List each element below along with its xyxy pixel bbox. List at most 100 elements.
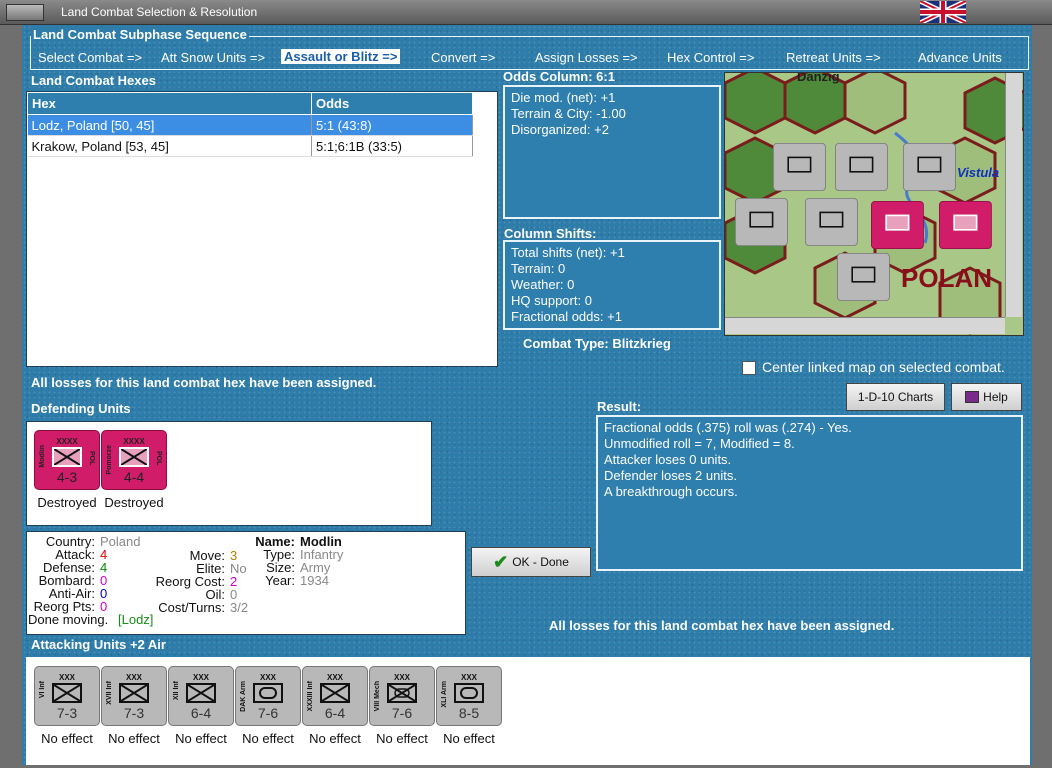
done-button[interactable]: ✔ OK - Done (471, 547, 591, 577)
hexes-list[interactable]: Hex Odds Lodz, Poland [50, 45] 5:1 (43:8… (26, 91, 498, 367)
uk-flag-icon (920, 1, 966, 23)
map-vertical-scrollbar[interactable] (1005, 73, 1022, 317)
odds-cell: 5:1 (43:8) (311, 114, 473, 136)
info-value: 3/2 (230, 600, 249, 615)
combat-panel: Land Combat Subphase Sequence Select Com… (22, 25, 1032, 765)
map-horizontal-scrollbar[interactable] (725, 317, 1005, 334)
map-unit-counter-polish[interactable] (939, 201, 992, 249)
system-menu-button[interactable] (6, 4, 44, 21)
done-button-label: OK - Done (512, 555, 569, 569)
sequence-step: Select Combat => (38, 50, 143, 65)
unit-strength: 6-4 (190, 705, 212, 721)
unit-name: VI Inf (39, 681, 46, 699)
infantry-symbol-icon (52, 447, 82, 467)
map-unit-counter[interactable] (805, 198, 858, 246)
map-label-danzig: Danzig (797, 72, 840, 84)
map-unit-counter-polish[interactable] (871, 201, 924, 249)
shifts-box: Total shifts (net): +1 Terrain: 0 Weathe… (503, 240, 721, 330)
odds-title: Odds Column: 6:1 (503, 69, 615, 84)
unit-name: Modlin (39, 445, 46, 468)
help-button-label: Help (983, 390, 1008, 404)
hex-cell: Lodz, Poland [50, 45] (27, 114, 312, 136)
unit-name: XLI Arm (441, 681, 448, 708)
map-unit-counter[interactable] (835, 143, 888, 191)
unit-strength: 7-3 (56, 705, 78, 721)
book-icon (965, 391, 980, 403)
unit-nation: POL (155, 451, 162, 466)
shift-line: Total shifts (net): +1 (511, 245, 625, 260)
unit-strength: 7-6 (257, 705, 279, 721)
result-line: A breakthrough occurs. (604, 484, 738, 499)
defenders-title: Defending Units (31, 401, 131, 416)
map-unit-counter[interactable] (735, 198, 788, 246)
defending-unit-counter[interactable]: XXXX Pomorze 4-4 POL (101, 430, 167, 490)
armor-symbol-icon (454, 683, 484, 703)
title-bar: Land Combat Selection & Resolution (0, 0, 1052, 25)
sequence-step: Hex Control => (667, 50, 755, 65)
unit-name: XVII Inf (106, 681, 113, 705)
done-moving-label: Done moving. (28, 612, 109, 627)
linked-map[interactable]: Danzig Vistula POLAN (724, 72, 1024, 336)
hex-column-header[interactable]: Hex (27, 92, 312, 115)
odds-column-header[interactable]: Odds (311, 92, 473, 115)
attacking-unit-counter[interactable]: XXX XII Inf 6-4 (168, 666, 234, 726)
hex-cell: Krakow, Poland [53, 45] (27, 135, 312, 157)
attacking-unit-counter[interactable]: XXX XLI Arm 8-5 (436, 666, 502, 726)
center-map-checkbox[interactable] (742, 361, 756, 375)
result-line: Unmodified roll = 7, Modified = 8. (604, 436, 795, 451)
shifts-title: Column Shifts: (504, 226, 597, 241)
sequence-steps: Select Combat => Att Snow Units => Assault… (29, 49, 1029, 66)
attacking-unit-counter[interactable]: XXX XXXIII Inf 6-4 (302, 666, 368, 726)
result-line: Defender loses 2 units. (604, 468, 737, 483)
attacking-unit-counter[interactable]: XXX VIII Mech 7-6 (369, 666, 435, 726)
unit-strength: 6-4 (324, 705, 346, 721)
map-label-vistula: Vistula (957, 165, 1000, 180)
losses-note-bottom: All losses for this land combat hex have… (549, 618, 895, 633)
table-row[interactable]: Krakow, Poland [53, 45] 5:1;6:1B (33:5) (27, 135, 473, 157)
attacking-unit-counter[interactable]: XXX DAK Arm 7-6 (235, 666, 301, 726)
map-label-poland: POLAN (901, 263, 992, 293)
done-moving-location: [Lodz] (118, 612, 154, 627)
armor-symbol-icon (253, 683, 283, 703)
table-row[interactable]: Lodz, Poland [50, 45] 5:1 (43:8) (27, 114, 473, 136)
unit-strength: 4-3 (56, 469, 78, 485)
info-key: Year: (265, 573, 295, 588)
odds-cell: 5:1;6:1B (33:5) (311, 135, 473, 157)
sequence-step: Convert => (431, 50, 496, 65)
unit-name: XII Inf (173, 681, 180, 701)
attackers-title: Attacking Units +2 Air (31, 637, 166, 652)
sequence-step: Retreat Units => (786, 50, 881, 65)
sequence-step: Assign Losses => (535, 50, 638, 65)
shift-line: Fractional odds: +1 (511, 309, 622, 324)
unit-strength: 4-4 (123, 469, 145, 485)
infantry-symbol-icon (186, 683, 216, 703)
charts-button[interactable]: 1-D-10 Charts (846, 383, 945, 411)
sequence-title: Land Combat Subphase Sequence (31, 27, 249, 42)
map-unit-counter[interactable] (903, 143, 956, 191)
charts-button-label: 1-D-10 Charts (857, 390, 934, 404)
map-unit-counter[interactable] (837, 253, 890, 301)
odds-line: Die mod. (net): +1 (511, 90, 616, 105)
infantry-symbol-icon (320, 683, 350, 703)
infantry-symbol-icon (52, 683, 82, 703)
result-box: Fractional odds (.375) roll was (.274) -… (596, 415, 1023, 571)
losses-note: All losses for this land combat hex have… (31, 375, 377, 390)
attacking-unit-counter[interactable]: XXX VI Inf 7-3 (34, 666, 100, 726)
center-map-label: Center linked map on selected combat. (762, 359, 1005, 375)
mechanized-symbol-icon (387, 683, 417, 703)
unit-status: No effect (443, 731, 495, 746)
odds-line: Disorganized: +2 (511, 122, 609, 137)
help-button[interactable]: Help (951, 383, 1022, 411)
shift-line: HQ support: 0 (511, 293, 592, 308)
result-title: Result: (597, 399, 642, 414)
window-frame: Land Combat Selection & Resolution Land … (0, 0, 1052, 768)
defending-unit-counter[interactable]: XXXX Modlin 4-3 POL (34, 430, 100, 490)
odds-box: Die mod. (net): +1 Terrain & City: -1.00… (503, 85, 721, 219)
sequence-step: Att Snow Units => (161, 50, 266, 65)
hexes-title: Land Combat Hexes (31, 73, 156, 88)
map-unit-counter[interactable] (773, 143, 826, 191)
info-value: 1934 (300, 573, 329, 588)
unit-nation: POL (88, 451, 95, 466)
sequence-step: Advance Units (918, 50, 1002, 65)
attacking-unit-counter[interactable]: XXX XVII Inf 7-3 (101, 666, 167, 726)
